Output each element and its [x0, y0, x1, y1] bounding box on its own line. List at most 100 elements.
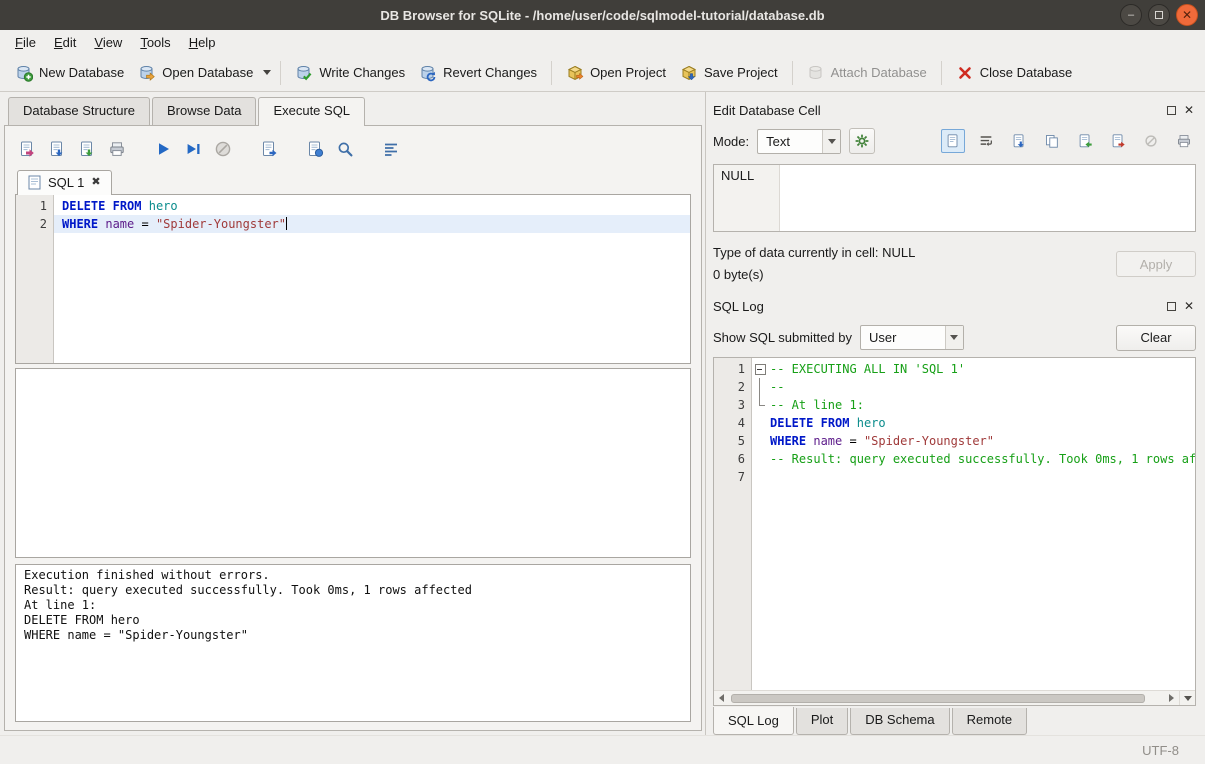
sql-log-view[interactable]: 1-- EXECUTING ALL IN 'SQL 1'2--3-- At li… — [713, 357, 1196, 706]
open-project-button[interactable]: Open Project — [559, 59, 673, 87]
find-replace-icon[interactable] — [333, 137, 357, 161]
execute-current-line-icon[interactable] — [181, 137, 205, 161]
line-number: 7 — [714, 468, 752, 486]
close-panel-icon[interactable]: ✕ — [1184, 300, 1194, 312]
scroll-down-icon[interactable] — [1179, 691, 1195, 706]
sql-tab[interactable]: SQL 1 ✖ — [17, 170, 112, 195]
open-project-label: Open Project — [590, 65, 666, 80]
maximize-button[interactable] — [1148, 4, 1170, 26]
code-text: DELETE FROM hero — [54, 197, 690, 215]
sql-log-title: SQL Log — [713, 299, 1167, 314]
close-panel-icon[interactable]: ✕ — [1184, 104, 1194, 116]
menubar: File Edit View Tools Help — [0, 30, 1205, 54]
main-toolbar: New Database Open Database Write Changes… — [0, 54, 1205, 92]
close-tab-icon[interactable]: ✖ — [91, 177, 100, 188]
attach-database-label: Attach Database — [831, 65, 927, 80]
tab-sql-log[interactable]: SQL Log — [713, 707, 794, 735]
new-database-button[interactable]: New Database — [8, 59, 131, 87]
scrollbar-thumb[interactable] — [731, 694, 1145, 703]
write-changes-icon — [295, 64, 313, 82]
open-in-editor-button[interactable] — [1007, 129, 1031, 153]
bottom-tab-bar: SQL Log Plot DB Schema Remote — [713, 708, 1196, 735]
code-line: 6-- Result: query executed successfully.… — [714, 450, 1195, 468]
fold-collapse-icon[interactable] — [752, 360, 768, 378]
log-filter-select[interactable]: User — [860, 325, 964, 350]
cell-editor[interactable]: NULL — [713, 164, 1196, 232]
tab-plot[interactable]: Plot — [796, 708, 848, 735]
code-text: -- Result: query executed successfully. … — [768, 450, 1195, 468]
copy-button[interactable] — [1040, 129, 1064, 153]
execute-sql-pane: SQL 1 ✖ 1DELETE FROM hero2WHERE name = "… — [4, 125, 702, 731]
menu-view[interactable]: View — [85, 32, 131, 53]
scroll-right-icon[interactable] — [1164, 691, 1179, 706]
save-project-icon — [680, 64, 698, 82]
print-cell-button[interactable] — [1172, 129, 1196, 153]
chevron-down-icon — [945, 326, 963, 349]
line-number: 3 — [714, 396, 752, 414]
log-filter-value: User — [861, 330, 945, 345]
import-data-button[interactable] — [1073, 129, 1097, 153]
export-data-button[interactable] — [1106, 129, 1130, 153]
chevron-down-icon — [822, 130, 840, 153]
mode-select-value: Text — [758, 134, 822, 149]
revert-changes-button[interactable]: Revert Changes — [412, 59, 544, 87]
auto-mode-button[interactable] — [849, 128, 875, 154]
text-mode-button[interactable] — [941, 129, 965, 153]
horizontal-scrollbar[interactable] — [714, 690, 1195, 705]
code-line: 1-- EXECUTING ALL IN 'SQL 1' — [714, 360, 1195, 378]
mode-select[interactable]: Text — [757, 129, 841, 154]
filter-label: Show SQL submitted by — [713, 330, 852, 345]
new-database-label: New Database — [39, 65, 124, 80]
tab-remote[interactable]: Remote — [952, 708, 1028, 735]
cell-editor-body[interactable] — [780, 165, 1195, 231]
clear-log-button[interactable]: Clear — [1116, 325, 1196, 351]
close-window-button[interactable]: ✕ — [1176, 4, 1198, 26]
titlebar[interactable]: DB Browser for SQLite - /home/user/code/… — [0, 0, 1205, 30]
new-database-icon — [15, 64, 33, 82]
line-number: 2 — [714, 378, 752, 396]
code-text — [768, 468, 1195, 486]
export-results-icon[interactable] — [257, 137, 281, 161]
tab-db-schema[interactable]: DB Schema — [850, 708, 949, 735]
menu-help[interactable]: Help — [180, 32, 225, 53]
edit-cell-header: Edit Database Cell ✕ — [713, 100, 1196, 120]
save-sql-file-icon[interactable] — [45, 137, 69, 161]
results-grid[interactable] — [15, 368, 691, 558]
undock-icon[interactable] — [1167, 106, 1176, 115]
tab-database-structure[interactable]: Database Structure — [8, 97, 150, 125]
app-window: DB Browser for SQLite - /home/user/code/… — [0, 0, 1205, 764]
code-line: 2WHERE name = "Spider-Youngster" — [16, 215, 690, 233]
copy-icon — [1044, 133, 1060, 149]
minimize-button[interactable]: – — [1120, 4, 1142, 26]
menu-edit[interactable]: Edit — [45, 32, 85, 53]
menu-tools[interactable]: Tools — [131, 32, 179, 53]
window-controls: – ✕ — [1120, 4, 1198, 26]
cell-info-row: Type of data currently in cell: NULL 0 b… — [713, 242, 1196, 286]
scroll-left-icon[interactable] — [714, 691, 729, 706]
save-sql-as-icon[interactable] — [75, 137, 99, 161]
tab-browse-data[interactable]: Browse Data — [152, 97, 256, 125]
tab-execute-sql[interactable]: Execute SQL — [258, 97, 365, 126]
open-database-icon — [138, 64, 156, 82]
code-text: -- EXECUTING ALL IN 'SQL 1' — [768, 360, 1195, 378]
close-database-button[interactable]: Close Database — [949, 59, 1080, 87]
maximize-icon — [1155, 11, 1163, 19]
print-icon[interactable] — [105, 137, 129, 161]
cell-type-info: Type of data currently in cell: NULL — [713, 242, 915, 264]
code-line: 5WHERE name = "Spider-Youngster" — [714, 432, 1195, 450]
set-null-button — [1139, 129, 1163, 153]
fold-column — [752, 414, 768, 432]
open-database-button[interactable]: Open Database — [131, 59, 260, 87]
open-sql-file-icon[interactable] — [15, 137, 39, 161]
menu-file[interactable]: File — [6, 32, 45, 53]
open-database-dropdown[interactable] — [260, 54, 273, 91]
save-results-icon[interactable] — [303, 137, 327, 161]
sql-editor[interactable]: 1DELETE FROM hero2WHERE name = "Spider-Y… — [15, 194, 691, 364]
undock-icon[interactable] — [1167, 302, 1176, 311]
execute-all-icon[interactable] — [151, 137, 175, 161]
save-project-button[interactable]: Save Project — [673, 59, 785, 87]
toggle-wrap-icon[interactable] — [379, 137, 403, 161]
write-changes-button[interactable]: Write Changes — [288, 59, 412, 87]
word-wrap-button[interactable] — [974, 129, 998, 153]
encoding-indicator[interactable]: UTF-8 — [1142, 743, 1179, 758]
